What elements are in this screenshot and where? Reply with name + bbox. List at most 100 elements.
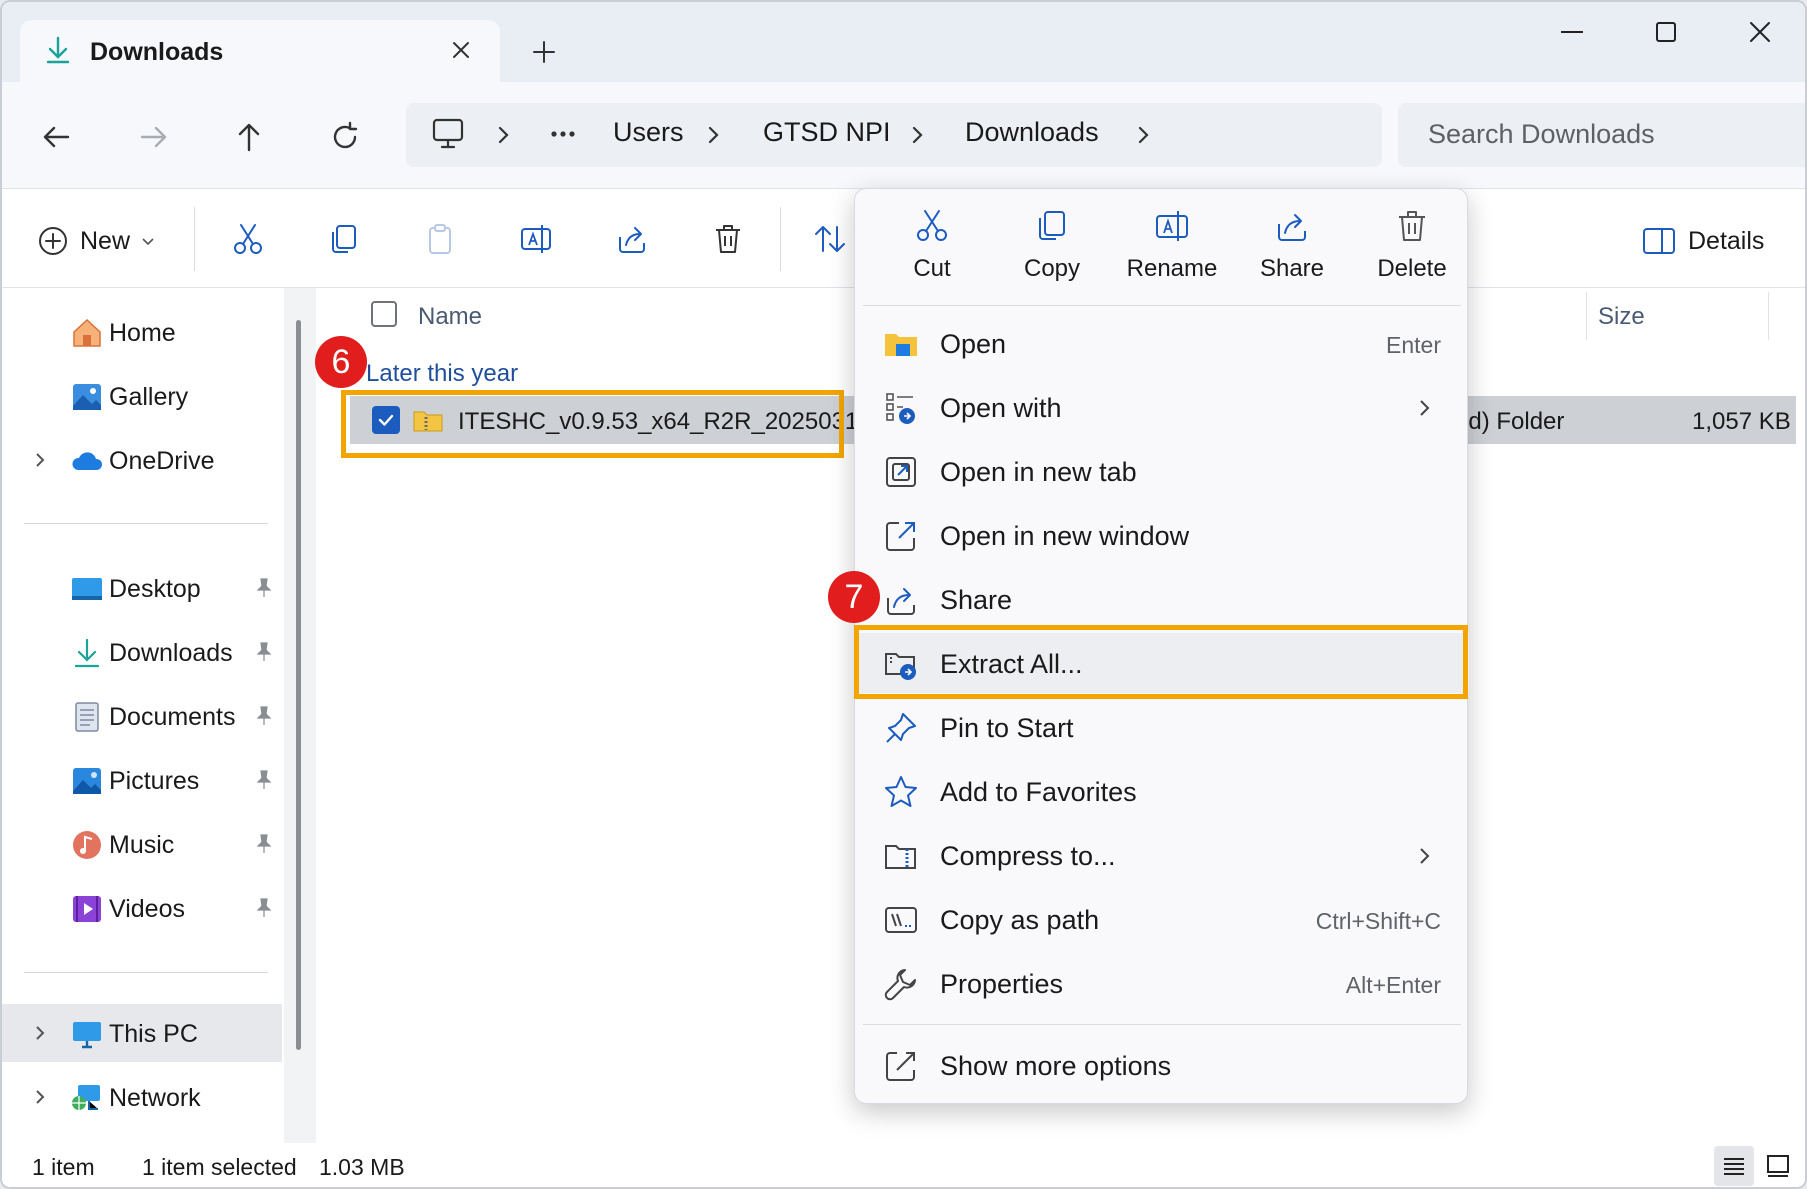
sidebar-item-onedrive[interactable]: OneDrive — [2, 431, 282, 489]
download-icon — [74, 638, 100, 668]
context-share-button[interactable]: Share — [1237, 207, 1347, 297]
close-tab-icon[interactable] — [444, 33, 478, 67]
wrench-icon — [884, 969, 916, 1001]
sidebar-item-home[interactable]: Home — [2, 303, 282, 361]
menu-item-shortcut: Alt+Enter — [1345, 972, 1441, 998]
context-rename-button[interactable]: Rename — [1117, 207, 1227, 297]
chevron-right-icon[interactable] — [1134, 121, 1154, 149]
chevron-right-icon[interactable] — [30, 1086, 50, 1108]
breadcrumb-gtsd-npi[interactable]: GTSD NPI — [763, 117, 891, 148]
pin-icon[interactable] — [252, 640, 276, 664]
menu-item-label: Open in new window — [940, 521, 1190, 551]
sidebar-item-label: OneDrive — [109, 447, 215, 475]
sidebar-item-music[interactable]: Music — [2, 815, 282, 873]
sidebar-item-downloads[interactable]: Downloads — [2, 623, 282, 681]
chevron-right-icon[interactable] — [30, 449, 50, 471]
file-type: ed) Folder — [1455, 408, 1565, 435]
chevron-down-icon — [142, 238, 154, 246]
address-bar[interactable]: Users GTSD NPI Downloads — [406, 103, 1382, 167]
refresh-button[interactable] — [320, 112, 370, 162]
sort-button[interactable] — [806, 215, 854, 263]
column-divider[interactable] — [1768, 292, 1769, 340]
group-header[interactable]: Later this year — [366, 360, 518, 388]
details-pane-icon — [1643, 228, 1675, 254]
chevron-right-icon — [1420, 848, 1430, 864]
menu-item-label: Open with — [940, 393, 1062, 423]
sidebar-item-gallery[interactable]: Gallery — [2, 367, 282, 425]
arrow-left-icon — [43, 126, 70, 148]
pin-icon[interactable] — [252, 576, 276, 600]
copy-button[interactable] — [320, 215, 368, 263]
menu-item-open-new-tab[interactable]: Open in new tab — [855, 441, 1469, 501]
menu-item-label: Copy as path — [940, 905, 1100, 935]
paste-button[interactable] — [416, 215, 464, 263]
details-view-button[interactable] — [1714, 1146, 1754, 1186]
menu-item-label: Share — [940, 585, 1013, 615]
sidebar-item-this-pc[interactable]: This PC — [2, 1004, 282, 1062]
folder-icon — [885, 334, 917, 356]
context-copy-button[interactable]: Copy — [997, 207, 1107, 297]
share-button[interactable] — [608, 215, 656, 263]
pin-icon[interactable] — [252, 768, 276, 792]
context-cut-button[interactable]: Cut — [877, 207, 987, 297]
column-header-name[interactable]: Name — [418, 303, 482, 331]
refresh-icon — [333, 121, 358, 149]
forward-button[interactable] — [128, 112, 178, 162]
menu-item-show-more-options[interactable]: Show more options — [855, 1035, 1469, 1095]
maximize-button[interactable] — [1636, 10, 1696, 54]
file-highlight-box — [341, 390, 844, 458]
scissors-icon — [234, 224, 262, 254]
breadcrumb-users[interactable]: Users — [613, 117, 684, 148]
rename-button[interactable] — [512, 215, 560, 263]
open-with-icon — [886, 393, 915, 424]
context-delete-button[interactable]: Delete — [1357, 207, 1467, 297]
music-icon — [73, 831, 101, 859]
tab-downloads[interactable]: Downloads — [20, 20, 500, 82]
step-badge-7: 7 — [828, 571, 880, 623]
menu-item-compress[interactable]: Compress to... — [855, 825, 1469, 885]
tiles-view-button[interactable] — [1758, 1146, 1798, 1186]
select-all-checkbox[interactable] — [371, 301, 397, 327]
copy-path-icon — [885, 907, 917, 933]
sidebar-item-desktop[interactable]: Desktop — [2, 559, 282, 617]
cut-label: Cut — [913, 255, 951, 282]
search-input[interactable]: Search Downloads — [1398, 103, 1805, 167]
sidebar-item-pictures[interactable]: Pictures — [2, 751, 282, 809]
menu-item-add-favorites[interactable]: Add to Favorites — [855, 761, 1469, 821]
cut-button[interactable] — [224, 215, 272, 263]
status-item-count: 1 item — [32, 1154, 95, 1180]
rename-icon — [1156, 211, 1188, 241]
menu-item-open[interactable]: Open Enter — [855, 313, 1469, 373]
column-header-size[interactable]: Size — [1598, 303, 1645, 331]
close-button[interactable] — [1730, 10, 1790, 54]
list-view-icon — [1724, 1158, 1744, 1175]
breadcrumb-downloads[interactable]: Downloads — [965, 117, 1099, 148]
pin-icon[interactable] — [252, 832, 276, 856]
delete-button[interactable] — [704, 215, 752, 263]
menu-item-open-with[interactable]: Open with — [855, 377, 1469, 437]
sidebar-item-videos[interactable]: Videos — [2, 879, 282, 937]
menu-item-open-new-window[interactable]: Open in new window — [855, 505, 1469, 565]
copy-label: Copy — [1023, 255, 1081, 282]
details-button[interactable]: Details — [1642, 221, 1764, 261]
column-divider[interactable] — [1586, 292, 1587, 340]
sidebar-scrollbar[interactable] — [296, 320, 301, 1050]
menu-item-copy-as-path[interactable]: Copy as path Ctrl+Shift+C — [855, 889, 1469, 949]
back-button[interactable] — [32, 112, 82, 162]
pin-icon[interactable] — [252, 896, 276, 920]
menu-item-share[interactable]: Share — [855, 569, 1469, 629]
pin-icon[interactable] — [252, 704, 276, 728]
pin-icon — [886, 713, 916, 743]
minimize-button[interactable] — [1542, 10, 1602, 54]
up-button[interactable] — [224, 112, 274, 162]
copy-icon — [332, 225, 356, 253]
sidebar-item-documents[interactable]: Documents — [2, 687, 282, 745]
more-ellipsis-icon[interactable] — [550, 129, 576, 139]
new-button[interactable]: New — [36, 219, 156, 263]
sidebar-item-network[interactable]: Network — [2, 1068, 282, 1126]
chevron-right-icon[interactable] — [30, 1022, 50, 1044]
new-tab-icon[interactable] — [524, 32, 564, 72]
menu-item-pin-to-start[interactable]: Pin to Start — [855, 697, 1469, 757]
toolbar-divider — [780, 207, 781, 271]
menu-item-properties[interactable]: Properties Alt+Enter — [855, 953, 1469, 1013]
